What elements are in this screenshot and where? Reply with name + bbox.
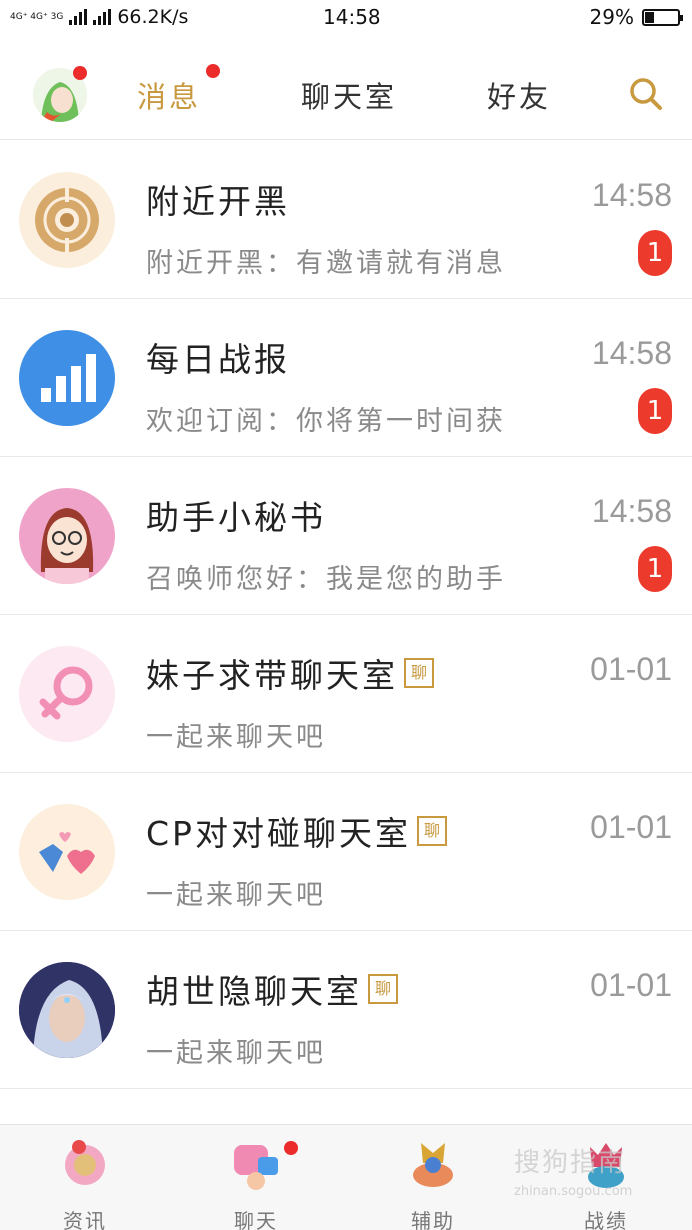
list-item-subtitle: 召唤师您好：我是您的助手 (146, 564, 506, 595)
list-item-title: 每日战报 (146, 340, 290, 379)
list-item-title: 附近开黑 (146, 182, 290, 221)
message-list: 附近开黑 附近开黑：有邀请就有消息 14:58 1 每日战报 欢迎订阅：你将第一… (0, 141, 692, 1089)
hearts-icon (19, 804, 115, 900)
list-item-subtitle: 附近开黑：有邀请就有消息 (146, 248, 506, 279)
battery-icon (642, 8, 683, 26)
unread-badge: 1 (638, 230, 672, 276)
watermark: 搜狗指南 (514, 1148, 627, 1178)
news-icon (65, 1140, 105, 1185)
list-item[interactable]: 胡世隐聊天室聊 一起来聊天吧 01-01 (0, 931, 692, 1089)
signal-icon (69, 9, 88, 25)
chatroom-tag: 聊 (368, 974, 398, 1004)
tab-messages[interactable]: 消息 (137, 74, 201, 116)
list-item[interactable]: CP对对碰聊天室聊 一起来聊天吧 01-01 (0, 773, 692, 931)
unread-badge: 1 (638, 546, 672, 592)
list-item-time: 01-01 (590, 651, 672, 687)
list-item-subtitle: 一起来聊天吧 (146, 1038, 326, 1069)
hero-avatar-icon (19, 962, 115, 1058)
bar-chart-icon (19, 330, 115, 426)
unread-badge: 1 (638, 388, 672, 434)
list-item[interactable]: 附近开黑 附近开黑：有邀请就有消息 14:58 1 (0, 141, 692, 299)
chat-tab-dot (284, 1141, 298, 1155)
signal-icon-2 (93, 9, 112, 25)
status-left: 4G⁺ 4G⁺ 3G 66.2K/s (10, 6, 188, 28)
list-item-subtitle: 欢迎订阅：你将第一时间获 (146, 406, 506, 437)
chat-icon (234, 1145, 278, 1190)
search-button[interactable] (628, 76, 664, 112)
search-icon (630, 78, 662, 110)
chatroom-tag: 聊 (416, 816, 447, 846)
list-item-time: 14:58 (591, 335, 672, 371)
watermark-url: zhinan.sogou.com (514, 1184, 633, 1199)
tab-messages-dot (206, 64, 220, 78)
female-symbol-icon (19, 646, 115, 742)
status-right: 29% (589, 5, 683, 29)
avatar-notification-dot (73, 66, 87, 80)
list-item-title: 妹子求带聊天室聊 (146, 649, 434, 697)
list-item-time: 01-01 (590, 967, 672, 1003)
tab-friends[interactable]: 好友 (487, 74, 551, 116)
chatroom-tag: 聊 (404, 658, 434, 688)
list-item[interactable]: 助手小秘书 召唤师您好：我是您的助手 14:58 1 (0, 457, 692, 615)
bottom-tab-label: 资讯 (63, 1209, 107, 1230)
list-item[interactable]: 每日战报 欢迎订阅：你将第一时间获 14:58 1 (0, 299, 692, 457)
list-item-time: 14:58 (591, 177, 672, 213)
list-item-subtitle: 一起来聊天吧 (146, 722, 326, 753)
network-speed: 66.2K/s (117, 6, 189, 28)
list-item[interactable]: 妹子求带聊天室聊 一起来聊天吧 01-01 (0, 615, 692, 773)
assist-icon (413, 1143, 453, 1187)
list-item-time: 14:58 (591, 493, 672, 529)
list-item-title: 胡世隐聊天室聊 (146, 965, 398, 1013)
bottom-tab-label: 战绩 (584, 1209, 628, 1230)
tab-chatroom[interactable]: 聊天室 (301, 74, 397, 116)
bottom-tab-assist[interactable]: 辅助 (393, 1133, 473, 1230)
battery-level-fill (645, 11, 654, 23)
bottom-tab-label: 聊天 (234, 1209, 278, 1230)
list-item-subtitle: 一起来聊天吧 (146, 880, 326, 911)
network-indicator: 4G⁺ 4G⁺ 3G (10, 11, 64, 22)
battery-percent: 29% (589, 5, 634, 29)
list-item-title: CP对对碰聊天室聊 (146, 807, 447, 855)
status-bar: 4G⁺ 4G⁺ 3G 66.2K/s 14:58 29% (0, 0, 692, 36)
status-time: 14:58 (323, 5, 381, 29)
bottom-tab-news[interactable]: 资讯 (45, 1133, 125, 1230)
target-icon (19, 172, 115, 268)
list-item-time: 01-01 (590, 809, 672, 845)
list-item-title: 助手小秘书 (146, 498, 326, 537)
top-nav: 消息 聊天室 好友 (0, 42, 692, 140)
bottom-tab-label: 辅助 (411, 1209, 455, 1230)
assistant-avatar-icon (19, 488, 115, 584)
